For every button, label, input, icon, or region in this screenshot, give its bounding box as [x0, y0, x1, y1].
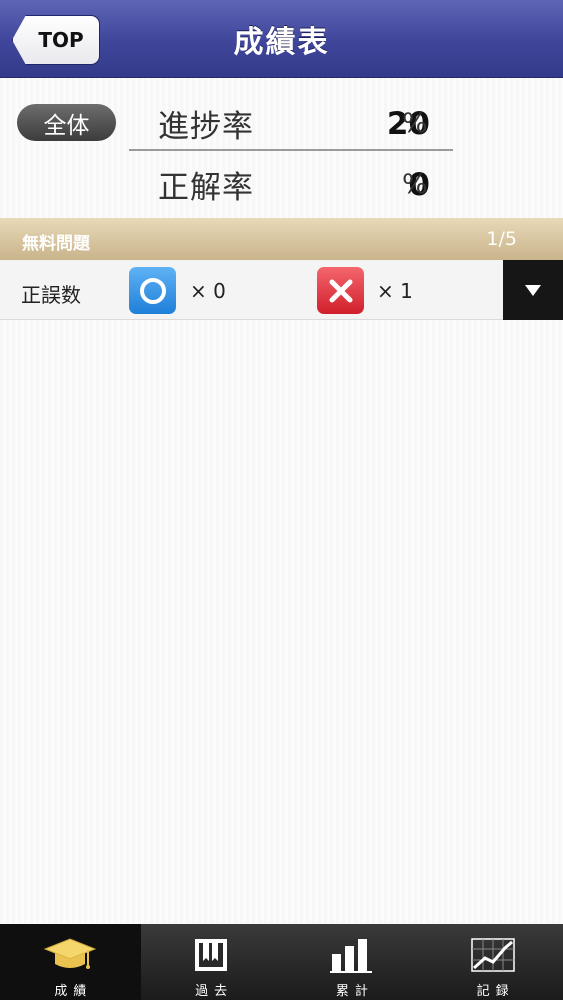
tab-label: 記録 — [476, 984, 515, 999]
stat-divider — [129, 149, 453, 151]
section-title: 無料問題 — [22, 234, 90, 254]
score-row-label: 正誤数 — [21, 283, 81, 307]
scope-badge[interactable]: 全体 — [17, 104, 116, 141]
tab-history[interactable]: 過去 — [141, 924, 282, 1000]
bar-chart-icon — [328, 932, 376, 974]
score-row: 正誤数 × 0 × 1 — [0, 260, 563, 320]
section-page-indicator: 1/5 — [486, 228, 517, 250]
line-chart-icon — [469, 932, 517, 974]
tab-label: 過去 — [195, 984, 234, 999]
circle-icon — [129, 267, 176, 314]
expand-button[interactable] — [503, 260, 563, 320]
tab-results[interactable]: 成績 — [0, 924, 141, 1000]
progress-label: 進捗率 — [158, 109, 254, 145]
nav-header: TOP 成績表 — [0, 0, 563, 78]
tab-cumulative[interactable]: 累計 — [282, 924, 423, 1000]
page-title: 成績表 — [233, 25, 330, 60]
tab-records[interactable]: 記録 — [422, 924, 563, 1000]
tab-bar: 成績 過去 累計 記録 — [0, 924, 563, 1000]
accuracy-label: 正解率 — [158, 170, 254, 206]
progress-unit: % — [402, 108, 428, 139]
correct-count: × 0 — [190, 279, 226, 303]
tab-label: 成績 — [54, 984, 93, 999]
tab-label: 累計 — [335, 984, 374, 999]
accuracy-unit: % — [402, 169, 428, 200]
graduation-cap-icon — [43, 932, 97, 974]
wrong-count: × 1 — [377, 279, 413, 303]
book-icon — [191, 932, 231, 974]
triangle-down-icon — [525, 285, 541, 296]
cross-icon — [317, 267, 364, 314]
section-bar: 無料問題 1/5 — [0, 218, 563, 260]
